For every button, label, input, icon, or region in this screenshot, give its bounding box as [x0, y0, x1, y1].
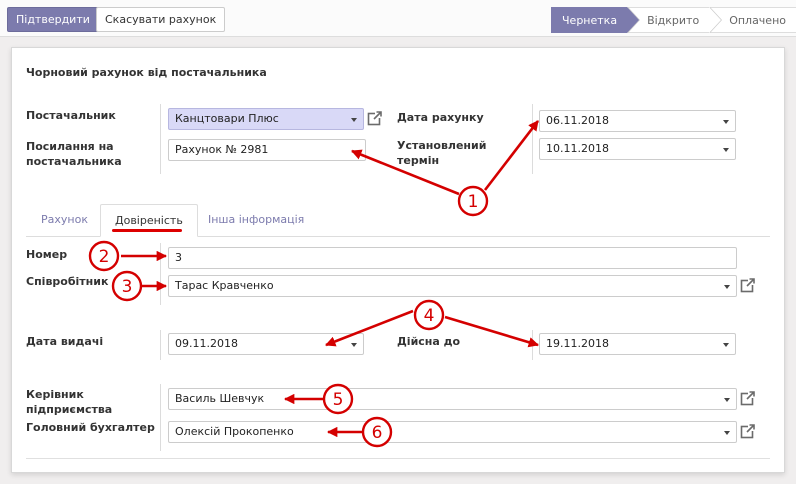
- annotation-1: 1: [468, 192, 479, 212]
- annotation-6: 6: [372, 423, 383, 443]
- arrow-4a: [325, 309, 414, 347]
- annotation-2: 2: [99, 247, 110, 267]
- annotation-overlay: 1 2 3 4 5 6: [88, 120, 540, 448]
- annotation-5: 5: [333, 390, 344, 410]
- arrow-1a: [351, 149, 460, 196]
- annotation-4: 4: [424, 306, 435, 326]
- arrow-1b: [483, 120, 540, 191]
- arrow-4b: [444, 315, 539, 348]
- annotation-3: 3: [122, 277, 133, 297]
